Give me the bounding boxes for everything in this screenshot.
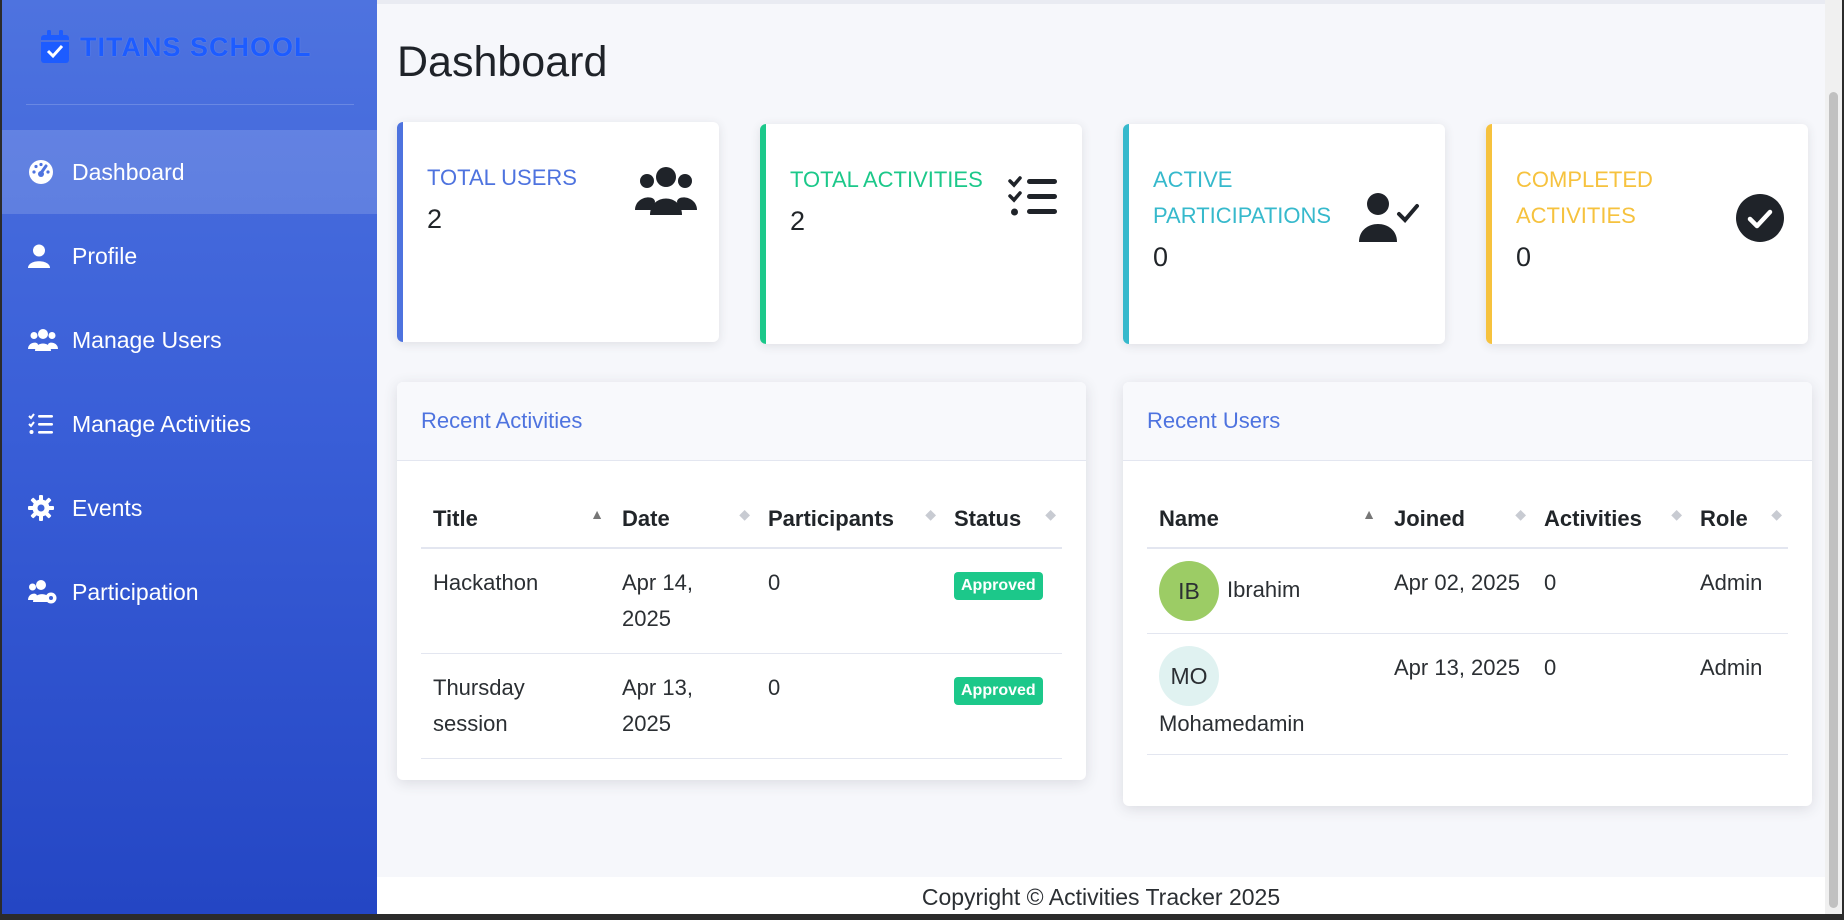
- scrollbar-thumb[interactable]: [1829, 92, 1838, 908]
- cell-title: Thursday session: [421, 653, 610, 759]
- accent-bar: [1123, 124, 1129, 344]
- column-header-date[interactable]: Date ◆: [610, 491, 756, 549]
- cell-date: Apr 14, 2025: [610, 548, 756, 654]
- sidebar-item-label: Participation: [72, 578, 199, 605]
- list-check-icon: [28, 413, 58, 435]
- cell-participants: 0: [756, 548, 942, 654]
- cell-activities: 0: [1532, 548, 1688, 634]
- main-content: Dashboard TOTAL USERS 2 TOTAL ACTIVITIES…: [377, 0, 1825, 914]
- sidebar-item-manage-users[interactable]: Manage Users: [2, 298, 377, 382]
- sidebar-item-profile[interactable]: Profile: [2, 214, 377, 298]
- cell-participants: 0: [756, 653, 942, 759]
- list-check-icon: [1008, 176, 1058, 223]
- sort-icon[interactable]: ◆: [1515, 507, 1526, 521]
- sidebar-item-dashboard[interactable]: Dashboard: [2, 130, 377, 214]
- cell-activities: 0: [1532, 633, 1688, 755]
- avatar: MO: [1159, 646, 1219, 706]
- footer: Copyright © Activities Tracker 2025: [377, 877, 1825, 914]
- brand[interactable]: TITANS SCHOOL: [40, 30, 312, 64]
- stat-label: TOTAL ACTIVITIES: [790, 167, 983, 192]
- sidebar-nav: Dashboard Profile Manage Users Manage Ac…: [2, 130, 377, 634]
- column-header-status[interactable]: Status ◆: [942, 491, 1062, 549]
- sidebar-item-label: Events: [72, 494, 143, 521]
- tachometer-icon: [28, 159, 58, 185]
- status-badge: Approved: [954, 572, 1043, 600]
- users-gear-icon: [28, 579, 58, 605]
- cell-status: Approved: [942, 548, 1062, 654]
- calendar-check-icon: [40, 30, 70, 64]
- table-row[interactable]: Hackathon Apr 14, 2025 0 Approved: [421, 548, 1062, 654]
- brand-name: TITANS SCHOOL: [80, 31, 312, 62]
- cell-role: Admin: [1688, 633, 1788, 755]
- cell-role: Admin: [1688, 548, 1788, 634]
- sidebar: TITANS SCHOOL Dashboard Profile Manage U…: [2, 0, 377, 914]
- cell-status: Approved: [942, 653, 1062, 759]
- column-header-participants[interactable]: Participants ◆: [756, 491, 942, 549]
- stat-card-total-users: TOTAL USERS 2: [397, 122, 719, 342]
- recent-activities-table: Title ▲ Date ◆ Participants ◆ Status ◆ Hacka…: [421, 491, 1062, 759]
- cell-joined: Apr 02, 2025: [1382, 548, 1532, 634]
- column-header-activities[interactable]: Activities ◆: [1532, 491, 1688, 549]
- accent-bar: [1486, 124, 1492, 344]
- recent-users-card: Recent Users Name ▲ Joined ◆ Activities ◆ R…: [1123, 382, 1812, 806]
- sidebar-item-label: Manage Users: [72, 326, 222, 353]
- stat-label: ACTIVE PARTICIPATIONS: [1153, 167, 1332, 228]
- stat-label: COMPLETED ACTIVITIES: [1516, 167, 1653, 228]
- cell-date: Apr 13, 2025: [610, 653, 756, 759]
- stat-card-total-activities: TOTAL ACTIVITIES 2: [760, 124, 1082, 344]
- user-name: Ibrahim: [1227, 576, 1301, 602]
- stat-card-completed-activities: COMPLETED ACTIVITIES 0: [1486, 124, 1808, 344]
- sort-icon[interactable]: ◆: [925, 507, 936, 521]
- sort-icon[interactable]: ◆: [1671, 507, 1682, 521]
- stat-label: TOTAL USERS: [427, 165, 577, 190]
- sidebar-item-label: Dashboard: [72, 158, 185, 185]
- status-badge: Approved: [954, 677, 1043, 705]
- vertical-scrollbar[interactable]: [1825, 0, 1842, 914]
- column-header-joined[interactable]: Joined ◆: [1382, 491, 1532, 549]
- table-row[interactable]: MO Mohamedamin Apr 13, 2025 0 Admin: [1147, 633, 1788, 755]
- sidebar-item-participation[interactable]: Participation: [2, 550, 377, 634]
- stat-value: 2: [427, 204, 443, 234]
- stat-card-active-participations: ACTIVE PARTICIPATIONS 0: [1123, 124, 1445, 344]
- stat-value: 0: [1153, 242, 1169, 272]
- sort-icon[interactable]: ▲: [1362, 507, 1376, 521]
- sidebar-item-label: Profile: [72, 242, 138, 269]
- table-row[interactable]: Thursday session Apr 13, 2025 0 Approved: [421, 653, 1062, 759]
- column-header-name[interactable]: Name ▲: [1147, 491, 1382, 549]
- card-title: Recent Activities: [397, 382, 1086, 461]
- table-row[interactable]: IB Ibrahim Apr 02, 2025 0 Admin: [1147, 548, 1788, 634]
- cell-name: MO Mohamedamin: [1147, 633, 1382, 755]
- top-bar: [377, 0, 1825, 4]
- avatar: IB: [1159, 561, 1219, 621]
- users-icon: [28, 328, 58, 352]
- user-icon: [28, 244, 58, 268]
- cell-title: Hackathon: [421, 548, 610, 654]
- cell-name: IB Ibrahim: [1147, 548, 1382, 634]
- column-header-role[interactable]: Role ◆: [1688, 491, 1788, 549]
- recent-activities-card: Recent Activities Title ▲ Date ◆ Participa…: [397, 382, 1086, 780]
- sidebar-item-events[interactable]: Events: [2, 466, 377, 550]
- user-check-icon: [1359, 192, 1421, 247]
- accent-bar: [397, 122, 403, 342]
- sidebar-item-label: Manage Activities: [72, 410, 251, 437]
- stat-value: 0: [1516, 242, 1532, 272]
- app-window: TITANS SCHOOL Dashboard Profile Manage U…: [2, 0, 1842, 914]
- sort-icon[interactable]: ◆: [1771, 507, 1782, 521]
- card-title: Recent Users: [1123, 382, 1812, 461]
- sort-icon[interactable]: ▲: [590, 507, 604, 521]
- cell-joined: Apr 13, 2025: [1382, 633, 1532, 755]
- user-name: Mohamedamin: [1159, 711, 1305, 736]
- sort-icon[interactable]: ◆: [739, 507, 750, 521]
- sidebar-item-manage-activities[interactable]: Manage Activities: [2, 382, 377, 466]
- accent-bar: [760, 124, 766, 344]
- column-header-title[interactable]: Title ▲: [421, 491, 610, 549]
- stat-value: 2: [790, 206, 806, 236]
- sort-icon[interactable]: ◆: [1045, 507, 1056, 521]
- recent-users-table: Name ▲ Joined ◆ Activities ◆ Role ◆ IB Ibrahi…: [1147, 491, 1788, 755]
- page-title: Dashboard: [397, 38, 608, 86]
- users-icon: [635, 166, 697, 221]
- sidebar-divider: [26, 104, 354, 105]
- gear-icon: [28, 495, 58, 521]
- check-circle-icon: [1736, 194, 1784, 247]
